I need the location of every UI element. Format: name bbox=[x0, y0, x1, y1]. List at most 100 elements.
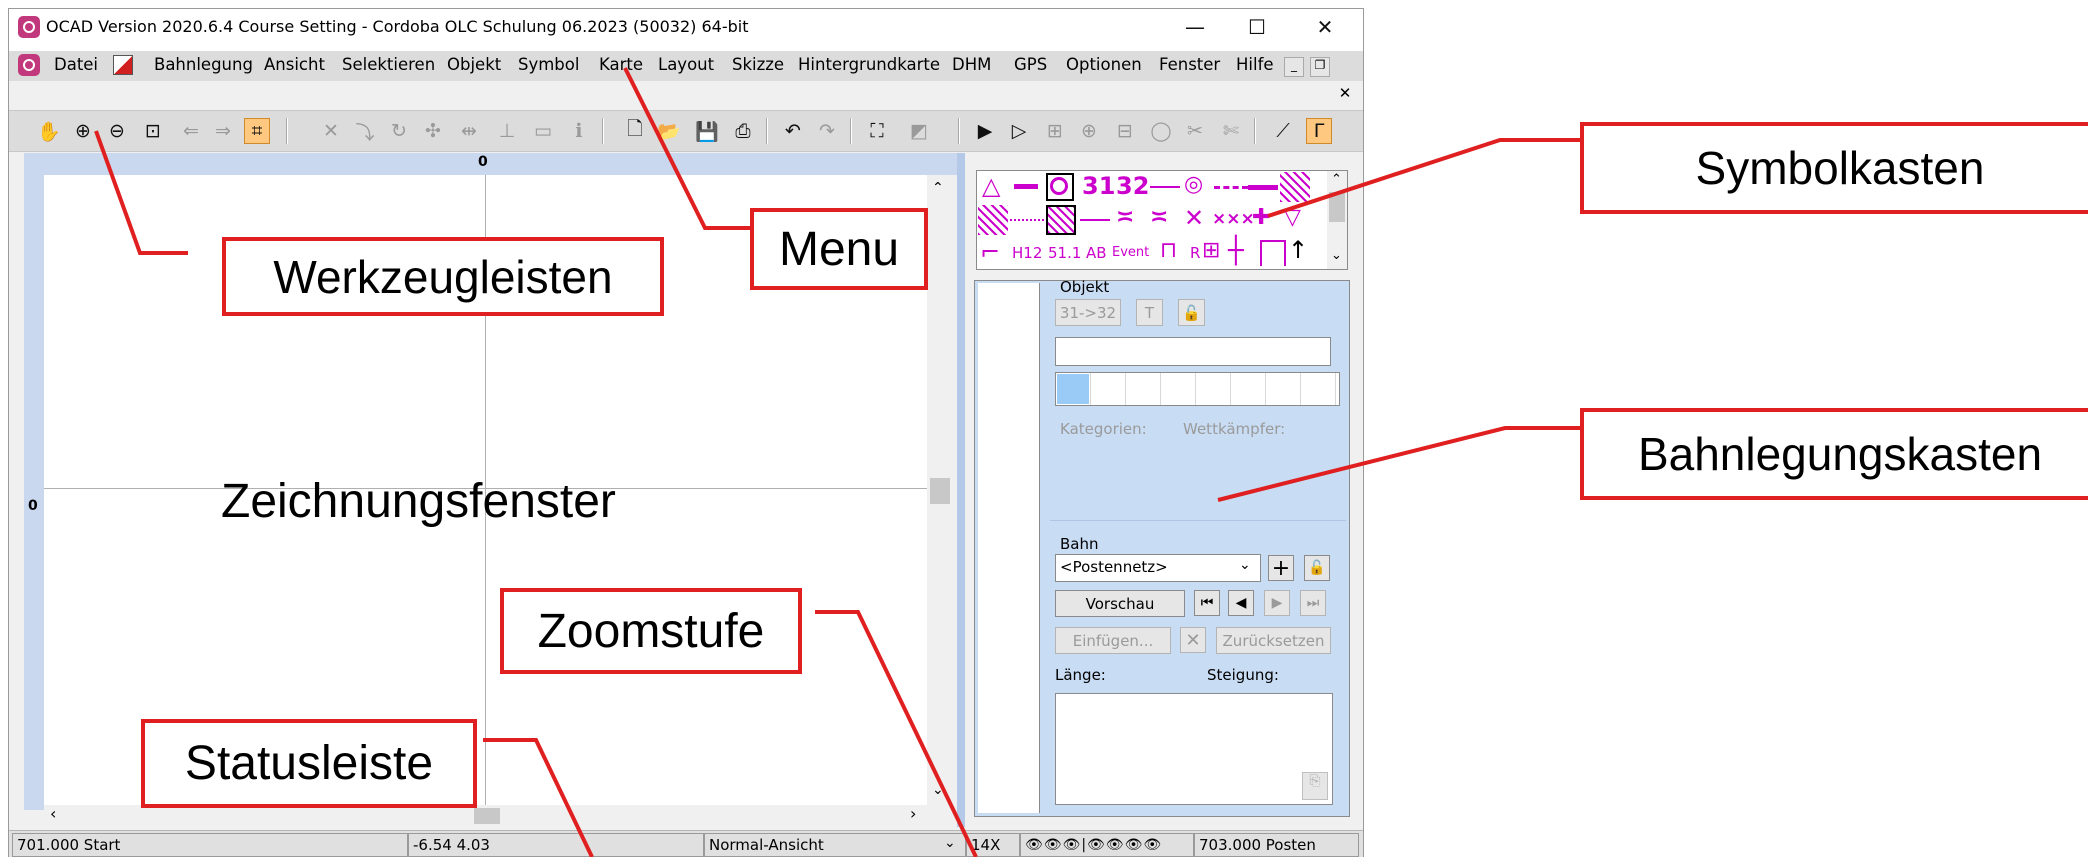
bahn-select[interactable]: <Postennetz> bbox=[1055, 554, 1261, 582]
circle-icon[interactable]: ◯ bbox=[1148, 118, 1174, 144]
delete-control-icon[interactable]: ✕ bbox=[1180, 627, 1206, 653]
forbidden-route-icon[interactable]: ✕ bbox=[1184, 204, 1204, 232]
zoom-out-icon[interactable]: ⊖ bbox=[104, 118, 130, 144]
remove-vertex-icon[interactable]: ⊟ bbox=[1112, 118, 1138, 144]
crossing-point-icon[interactable]: ≍ bbox=[1116, 205, 1134, 230]
last-control-icon[interactable]: ⏭ bbox=[1300, 590, 1326, 616]
minimize-button[interactable]: — bbox=[1170, 9, 1220, 45]
hatched-area-3-icon[interactable] bbox=[1046, 205, 1076, 235]
out-of-bounds-icon[interactable]: ××× bbox=[1212, 209, 1255, 229]
edit-disabled-icon[interactable]: ◩ bbox=[906, 118, 932, 144]
color-strip[interactable] bbox=[1055, 372, 1340, 406]
scroll-down-icon[interactable]: ⌄ bbox=[932, 782, 944, 798]
grid-icon[interactable]: ⌗ bbox=[244, 118, 270, 144]
previous-view-icon[interactable]: ⇐ bbox=[178, 118, 204, 144]
cross-line-icon[interactable]: ┼ bbox=[1228, 236, 1244, 266]
edit-point-icon[interactable]: ▷ bbox=[1006, 118, 1032, 144]
menu-gps[interactable]: GPS bbox=[1014, 55, 1047, 74]
view-mode-dropdown-icon[interactable]: ⌄ bbox=[944, 835, 956, 851]
vertical-scroll-thumb[interactable] bbox=[930, 478, 950, 504]
symbol-scroll-thumb[interactable] bbox=[1329, 192, 1345, 222]
horizontal-scroll-thumb[interactable] bbox=[474, 808, 500, 824]
previous-control-icon[interactable]: ◀ bbox=[1228, 590, 1254, 616]
hatched-area-icon[interactable] bbox=[1280, 172, 1310, 202]
symbol-ab[interactable]: AB bbox=[1086, 244, 1107, 262]
table-symbol-icon[interactable]: ⊓ bbox=[1160, 238, 1177, 263]
cut-object-icon[interactable]: ✂ bbox=[1182, 118, 1208, 144]
dashed-line-icon[interactable] bbox=[1214, 186, 1248, 189]
first-control-icon[interactable]: ⏮ bbox=[1194, 590, 1220, 616]
scroll-up-icon[interactable]: ⌃ bbox=[932, 180, 944, 196]
close-button[interactable]: ✕ bbox=[1300, 9, 1350, 45]
menu-bahnlegung[interactable]: Bahnlegung bbox=[154, 55, 253, 74]
add-vertex-icon[interactable]: ⊞ bbox=[1042, 118, 1068, 144]
control-symbol-icon[interactable] bbox=[1050, 177, 1068, 195]
layer-visibility-icons[interactable]: 👁👁👁|👁👁👁👁 bbox=[1020, 833, 1194, 857]
refreshment-icon[interactable]: ▽ bbox=[1284, 205, 1301, 230]
menu-optionen[interactable]: Optionen bbox=[1066, 55, 1142, 74]
ruler-icon[interactable]: ▭ bbox=[530, 118, 556, 144]
mdi-restore-icon[interactable]: ❐ bbox=[1310, 57, 1330, 77]
move-icon[interactable]: ⤵ bbox=[352, 118, 378, 144]
double-circle-icon[interactable]: ◎ bbox=[1184, 172, 1203, 197]
cut-hole-icon[interactable]: ✕ bbox=[318, 118, 344, 144]
stretch-icon[interactable]: ⇹ bbox=[456, 118, 482, 144]
symbol-32[interactable]: 32 bbox=[1116, 172, 1149, 200]
crossing-section-icon[interactable]: ≍ bbox=[1150, 205, 1168, 230]
corner-vertex-icon[interactable]: ⊕ bbox=[1076, 118, 1102, 144]
grid-table-icon[interactable]: ⊞ bbox=[1202, 238, 1220, 263]
zoom-window-icon[interactable]: ⊡ bbox=[140, 118, 166, 144]
bahn-dropdown-icon[interactable]: ⌄ bbox=[1239, 557, 1251, 573]
maximize-button[interactable]: ☐ bbox=[1232, 9, 1282, 45]
cut-line-icon[interactable]: ✄ bbox=[1218, 118, 1244, 144]
hatched-area-2-icon[interactable] bbox=[978, 205, 1008, 235]
menu-layout[interactable]: Layout bbox=[658, 55, 714, 74]
zoom-in-icon[interactable]: ⊕ bbox=[70, 118, 96, 144]
corner-mark-icon[interactable]: ⌐ bbox=[980, 238, 1000, 266]
symbol-51-1[interactable]: 51.1 bbox=[1048, 244, 1081, 262]
symbol-r[interactable]: R bbox=[1190, 244, 1200, 262]
edit-object-icon[interactable]: ▶ bbox=[972, 118, 998, 144]
course-setting-icon[interactable] bbox=[113, 55, 133, 75]
next-control-icon[interactable]: ▶ bbox=[1264, 590, 1290, 616]
reshape-icon[interactable]: ✣ bbox=[420, 118, 446, 144]
menu-objekt[interactable]: Objekt bbox=[447, 55, 501, 74]
menu-selektieren[interactable]: Selektieren bbox=[342, 55, 435, 74]
menu-fenster[interactable]: Fenster bbox=[1159, 55, 1220, 74]
document-icon[interactable] bbox=[18, 54, 40, 76]
first-aid-icon[interactable]: ✚ bbox=[1252, 205, 1270, 230]
menu-ansicht[interactable]: Ansicht bbox=[264, 55, 325, 74]
menu-symbol[interactable]: Symbol bbox=[518, 55, 579, 74]
menu-hintergrundkarte[interactable]: Hintergrundkarte bbox=[798, 55, 940, 74]
course-list[interactable] bbox=[978, 283, 1040, 813]
mdi-minimize-icon[interactable]: _ bbox=[1284, 57, 1304, 77]
fullscreen-icon[interactable]: ⛶ bbox=[864, 118, 890, 144]
color-strip-selected[interactable] bbox=[1057, 374, 1089, 404]
hand-tool-icon[interactable]: ✋ bbox=[36, 118, 62, 144]
scroll-right-icon[interactable]: › bbox=[910, 804, 916, 823]
view-mode-select[interactable]: Normal-Ansicht bbox=[704, 833, 966, 857]
north-arrow-icon[interactable]: ↑ bbox=[1288, 236, 1308, 264]
unlock-course-icon[interactable]: 🔓 bbox=[1304, 555, 1330, 581]
symbol-scroll-up-icon[interactable]: ⌃ bbox=[1331, 172, 1342, 187]
vorschau-button[interactable]: Vorschau bbox=[1055, 590, 1185, 617]
save-icon[interactable]: 💾 bbox=[694, 118, 720, 144]
btn-t[interactable]: T bbox=[1136, 299, 1163, 326]
next-view-icon[interactable]: ⇒ bbox=[210, 118, 236, 144]
print-icon[interactable]: ⎙ bbox=[730, 118, 756, 144]
unlock-object-icon[interactable]: 🔓 bbox=[1178, 299, 1205, 326]
einfuegen-button[interactable]: Einfügen... bbox=[1055, 627, 1171, 654]
scroll-left-icon[interactable]: ‹ bbox=[50, 804, 56, 823]
info-icon[interactable]: ℹ bbox=[566, 118, 592, 144]
open-folder-icon[interactable]: 📂 bbox=[656, 118, 682, 144]
mdi-close-icon[interactable]: ✕ bbox=[1335, 84, 1355, 104]
rotate-icon[interactable]: ↻ bbox=[386, 118, 412, 144]
copy-description-icon[interactable]: ⎘ bbox=[1302, 772, 1328, 800]
symbol-31[interactable]: 31 bbox=[1082, 172, 1115, 200]
object-text-field[interactable] bbox=[1055, 337, 1331, 366]
menu-hilfe[interactable]: Hilfe bbox=[1236, 55, 1274, 74]
add-course-icon[interactable]: + bbox=[1268, 555, 1294, 581]
menu-karte[interactable]: Karte bbox=[599, 55, 643, 74]
menu-datei[interactable]: Datei bbox=[54, 55, 98, 74]
course-description-area[interactable] bbox=[1055, 693, 1333, 805]
